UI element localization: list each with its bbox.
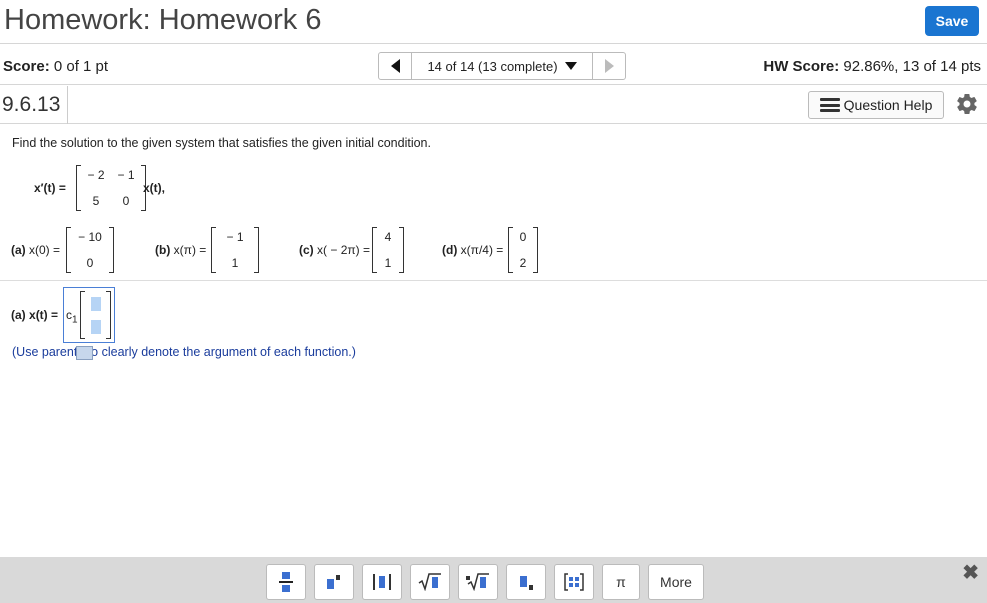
answer-letter: (a) [11,308,26,322]
matrix-button[interactable] [554,564,594,600]
system-lhs: x′(t) = [34,181,66,195]
divider [0,280,987,281]
system-rhs-text: x(t), [143,181,165,195]
question-help-button[interactable]: Question Help [808,91,944,119]
calculator-icon[interactable] [76,345,94,360]
title-bar: Homework: Homework 6 Save [0,0,987,44]
vector-cell: 1 [231,256,239,270]
more-button[interactable]: More [648,564,704,600]
condition-c-label: (c) x( − 2π) = [299,243,370,257]
condition-d-vector: 0 2 [508,227,538,273]
close-icon[interactable]: ✖ [962,560,979,585]
condition-a-vector: − 10 0 [66,227,114,273]
nth-root-icon [466,573,489,591]
matrix-cell: 0 [122,194,130,208]
exponent-icon [327,575,340,589]
condition-c-expr: x( − 2π) = [317,243,370,257]
square-root-button[interactable] [410,564,450,600]
vector-cell: 2 [519,256,527,270]
matrix-cell: − 1 [117,168,135,182]
subscript-icon [520,576,533,590]
system-matrix: − 2 − 1 5 0 [76,165,146,211]
matrix-icon [564,573,584,591]
vector-cell: 0 [519,230,527,244]
condition-d-label: (d) x(π/4) = [442,243,503,257]
answer-entry-bottom[interactable] [91,320,101,334]
score-value: 0 of 1 pt [53,58,109,75]
subscript-button[interactable] [506,564,546,600]
score-label: Score: [3,58,50,75]
math-toolbar: π More ✖ [0,557,987,603]
question-bar: 9.6.13 Question Help [0,86,987,124]
condition-d-expr: x(π/4) = [460,243,504,257]
score-bar: Score: 0 of 1 pt 14 of 14 (13 complete) … [0,45,987,85]
vector-cell: − 10 [78,230,102,244]
question-number: 9.6.13 [0,86,68,124]
condition-c-letter: (c) [299,243,314,257]
answer-expr: x(t) = [29,308,59,322]
condition-a-letter: (a) [11,243,26,257]
list-icon [819,98,840,112]
pi-button[interactable]: π [602,564,640,600]
next-question-button[interactable] [592,52,626,80]
save-button[interactable]: Save [925,6,979,36]
hw-score-label: HW Score: [763,58,840,75]
matrix-cell: 5 [92,194,100,208]
hint-text: (Use parenthe to clearly denote the argu… [12,345,356,360]
fraction-button[interactable] [266,564,306,600]
hw-score-value: 92.86%, 13 of 14 pts [843,58,981,75]
condition-a-label: (a) x(0) = [11,243,60,257]
square-root-icon [418,573,441,591]
answer-entry-top[interactable] [91,297,101,311]
condition-b-vector: − 1 1 [211,227,259,273]
previous-question-button[interactable] [378,52,412,80]
fraction-icon [279,572,293,592]
condition-a-expr: x(0) = [29,243,61,257]
condition-c-vector: 4 1 [372,227,404,273]
score: Score: 0 of 1 pt [3,58,108,75]
vector-cell: − 1 [226,230,244,244]
question-position: 14 of 14 (13 complete) [427,58,558,74]
question-selector-dropdown[interactable]: 14 of 14 (13 complete) [412,52,592,80]
gear-icon[interactable] [955,92,979,116]
condition-b-label: (b) x(π) = [155,243,206,257]
hint-text-end: to clearly denote the argument of each f… [87,345,356,359]
question-help-label: Question Help [843,97,933,113]
matrix-cell: − 2 [87,168,105,182]
condition-d-letter: (d) [442,243,458,257]
vector-cell: 0 [86,256,94,270]
answer-label: (a) x(t) = [11,308,58,322]
hw-score: HW Score: 92.86%, 13 of 14 pts [763,58,981,75]
exponent-button[interactable] [314,564,354,600]
arrow-left-icon [390,59,400,73]
condition-b-expr: x(π) = [173,243,207,257]
page-title: Homework: Homework 6 [4,4,322,36]
absolute-value-button[interactable] [362,564,402,600]
vector-cell: 1 [384,256,392,270]
absolute-value-icon [373,574,391,590]
coefficient-subscript: 1 [72,314,78,326]
coefficient-label: c1 [66,308,78,325]
arrow-right-icon [604,59,614,73]
question-navigator: 14 of 14 (13 complete) [378,52,626,80]
nth-root-button[interactable] [458,564,498,600]
system-rhs: x(t), [143,181,165,195]
caret-down-icon [564,62,577,70]
condition-b-letter: (b) [155,243,171,257]
answer-input-box[interactable]: c1 [63,287,115,343]
instruction-text: Find the solution to the given system th… [12,136,431,150]
vector-cell: 4 [384,230,392,244]
